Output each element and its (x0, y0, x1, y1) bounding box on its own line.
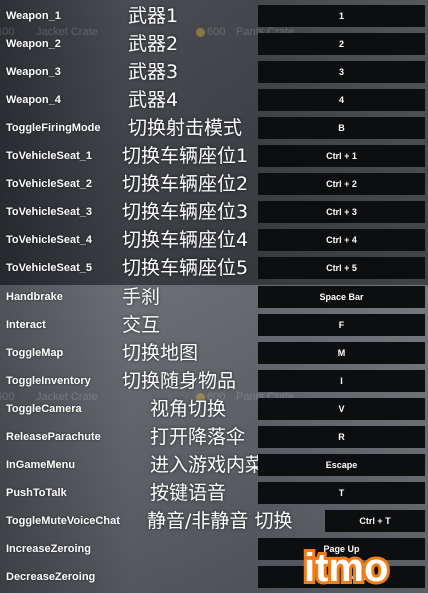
action-translation: 手刹 (122, 286, 161, 308)
action-translation: 武器4 (128, 89, 179, 111)
key-binding-field[interactable]: M (258, 342, 425, 364)
action-name: Interact (6, 319, 46, 331)
action-name: ToggleMuteVoiceChat (6, 515, 120, 527)
action-translation: 打开降落伞 (150, 426, 246, 448)
action-translation: 切换射击模式 (128, 117, 243, 139)
keybinding-row[interactable]: InGameMenu 进入游戏内菜单 Escape (0, 451, 428, 479)
key-binding-field[interactable]: Space Bar (258, 286, 425, 308)
keybinding-row[interactable]: Weapon_3 武器3 3 (0, 58, 428, 86)
action-name: Weapon_2 (6, 38, 61, 50)
keybinding-row[interactable]: Interact 交互 F (0, 311, 428, 339)
keybinding-row[interactable]: ToggleInventory 切换随身物品 I (0, 367, 428, 395)
action-name: ToVehicleSeat_4 (6, 234, 93, 246)
action-translation: 视角切换 (150, 398, 227, 420)
keybinding-row[interactable]: ToVehicleSeat_4 切换车辆座位4 Ctrl + 4 (0, 226, 428, 254)
keybinding-row[interactable]: Weapon_4 武器4 4 (0, 86, 428, 114)
key-binding-field[interactable]: Ctrl + T (325, 510, 425, 532)
action-name: Weapon_1 (6, 10, 61, 22)
keybinding-row[interactable]: ToggleCamera 视角切换 V (0, 395, 428, 423)
keybinding-row[interactable]: ToVehicleSeat_5 切换车辆座位5 Ctrl + 5 (0, 254, 428, 282)
key-binding-field[interactable]: Ctrl + 4 (258, 229, 425, 251)
action-translation: 切换车辆座位2 (122, 173, 249, 195)
action-name: ToVehicleSeat_3 (6, 206, 93, 218)
key-binding-field[interactable]: R (258, 426, 425, 448)
action-translation: 交互 (122, 314, 161, 336)
key-binding-field[interactable]: I (258, 370, 425, 392)
action-name: ReleaseParachute (6, 431, 101, 443)
action-name: DecreaseZeroing (6, 571, 96, 583)
action-name: InGameMenu (6, 459, 76, 471)
keybinding-row[interactable]: ToggleMap 切换地图 M (0, 339, 428, 367)
action-name: ToggleCamera (6, 403, 82, 415)
keybinding-row[interactable]: ReleaseParachute 打开降落伞 R (0, 423, 428, 451)
action-translation: 武器1 (128, 5, 179, 27)
action-name: ToggleFiringMode (6, 122, 101, 134)
action-translation: 切换车辆座位3 (122, 201, 249, 223)
action-translation: 切换地图 (122, 342, 199, 364)
keybinding-row[interactable]: ToVehicleSeat_2 切换车辆座位2 Ctrl + 2 (0, 170, 428, 198)
action-translation: 切换车辆座位1 (122, 145, 249, 167)
action-name: ToVehicleSeat_1 (6, 150, 93, 162)
key-binding-field[interactable]: T (258, 482, 425, 504)
key-binding-field[interactable]: 3 (258, 61, 425, 83)
action-name: ToVehicleSeat_5 (6, 262, 93, 274)
keybinding-row[interactable]: PushToTalk 按键语音 T (0, 479, 428, 507)
key-binding-field[interactable]: V (258, 398, 425, 420)
key-binding-field[interactable]: F (258, 314, 425, 336)
keybinding-row[interactable]: ToVehicleSeat_1 切换车辆座位1 Ctrl + 1 (0, 142, 428, 170)
key-binding-field[interactable]: Ctrl + 5 (258, 257, 425, 279)
action-name: PushToTalk (6, 487, 67, 499)
keybinding-row[interactable]: ToggleMuteVoiceChat 静音/非静音 切换 Ctrl + T (0, 507, 428, 535)
action-translation: 按键语音 (150, 482, 227, 504)
action-translation: 武器3 (128, 61, 179, 83)
action-translation: 切换车辆座位5 (122, 257, 249, 279)
keybinding-row[interactable]: ToVehicleSeat_3 切换车辆座位3 Ctrl + 3 (0, 198, 428, 226)
action-name: ToggleMap (6, 347, 64, 359)
keybinding-row[interactable]: ToggleFiringMode 切换射击模式 B (0, 114, 428, 142)
keybinding-row[interactable]: Weapon_1 武器1 1 (0, 2, 428, 30)
action-translation: 静音/非静音 切换 (147, 510, 293, 532)
key-binding-field[interactable]: B (258, 117, 425, 139)
action-name: ToVehicleSeat_2 (6, 178, 93, 190)
action-name: ToggleInventory (6, 375, 91, 387)
action-translation: 切换随身物品 (122, 370, 237, 392)
key-binding-field[interactable]: Ctrl + 2 (258, 173, 425, 195)
itmo-watermark-logo: itmo itmo (300, 543, 422, 593)
action-translation: 切换车辆座位4 (122, 229, 249, 251)
svg-text:itmo: itmo (304, 546, 388, 589)
key-binding-field[interactable]: Ctrl + 1 (258, 145, 425, 167)
action-name: Weapon_3 (6, 66, 61, 78)
action-name: Weapon_4 (6, 94, 61, 106)
action-name: IncreaseZeroing (6, 543, 91, 555)
key-binding-field[interactable]: 1 (258, 5, 425, 27)
key-binding-field[interactable]: Escape (258, 454, 425, 476)
keybinding-row[interactable]: Handbrake 手刹 Space Bar (0, 283, 428, 311)
key-binding-field[interactable]: Ctrl + 3 (258, 201, 425, 223)
keybinding-row[interactable]: Weapon_2 武器2 2 (0, 30, 428, 58)
key-binding-field[interactable]: 4 (258, 89, 425, 111)
key-binding-field[interactable]: 2 (258, 33, 425, 55)
action-translation: 武器2 (128, 33, 179, 55)
action-name: Handbrake (6, 291, 63, 303)
